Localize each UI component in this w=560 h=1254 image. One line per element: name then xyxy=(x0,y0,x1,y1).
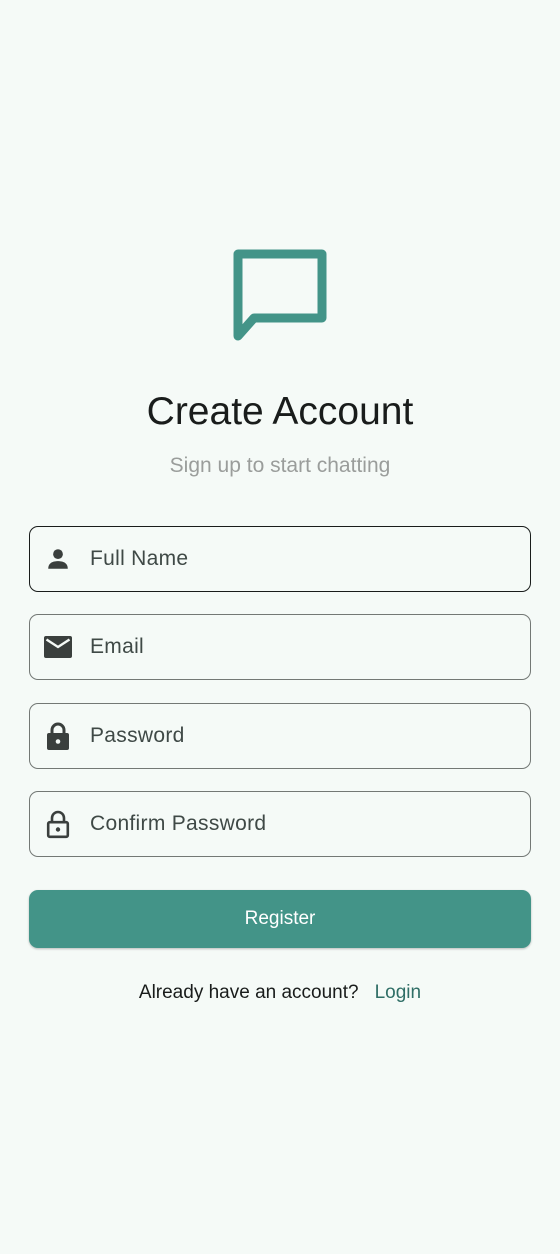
register-screen: Create Account Sign up to start chatting xyxy=(0,0,560,1254)
password-input[interactable] xyxy=(90,704,516,768)
lock-open-outline-icon xyxy=(42,808,74,840)
email-field[interactable] xyxy=(29,614,531,680)
mail-icon xyxy=(42,631,74,663)
person-icon xyxy=(42,543,74,575)
full-name-field[interactable] xyxy=(29,526,531,592)
login-prompt-row: Already have an account? Login xyxy=(0,979,560,1007)
password-field[interactable] xyxy=(29,703,531,769)
email-input[interactable] xyxy=(90,615,516,679)
chat-bubble-icon xyxy=(230,246,330,346)
page-title: Create Account xyxy=(146,390,414,433)
confirm-password-field[interactable] xyxy=(29,791,531,857)
full-name-input[interactable] xyxy=(90,527,516,591)
lock-icon xyxy=(42,720,74,752)
confirm-password-input[interactable] xyxy=(90,792,516,856)
register-button[interactable]: Register xyxy=(29,890,531,948)
page-subtitle: Sign up to start chatting xyxy=(169,454,391,477)
login-prompt-text: Already have an account? xyxy=(138,982,359,1003)
login-link[interactable]: Login xyxy=(375,982,422,1004)
